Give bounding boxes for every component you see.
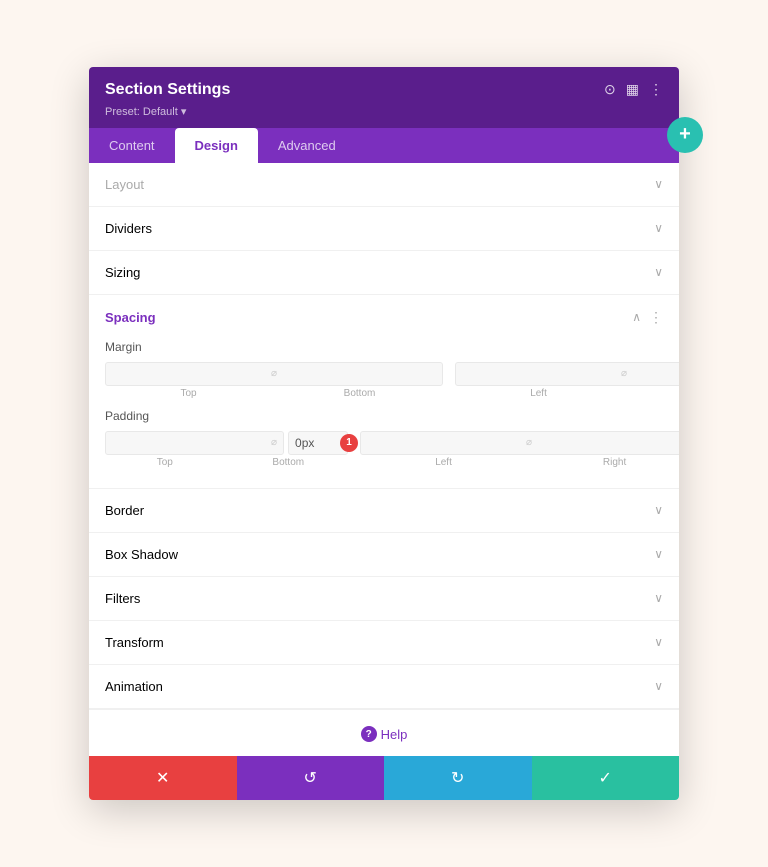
modal-wrapper: + Section Settings ⊙ ▦ ⋮ Preset: Default… bbox=[89, 67, 679, 801]
padding-left-label: Left bbox=[360, 457, 527, 468]
save-icon: ✓ bbox=[599, 768, 612, 788]
help-label: Help bbox=[381, 727, 408, 742]
margin-left-label: Left bbox=[455, 388, 622, 399]
section-layout[interactable]: Layout ∨ bbox=[89, 163, 679, 207]
padding-label: Padding bbox=[105, 409, 663, 423]
chevron-down-icon: ∨ bbox=[654, 503, 663, 517]
section-box-shadow[interactable]: Box Shadow ∨ bbox=[89, 533, 679, 577]
preset-label[interactable]: Preset: Default ▾ bbox=[105, 105, 663, 118]
margin-tb-labels: Top Bottom bbox=[105, 388, 443, 399]
padding-left-input[interactable] bbox=[367, 436, 522, 450]
section-animation[interactable]: Animation ∨ bbox=[89, 665, 679, 709]
section-transform[interactable]: Transform ∨ bbox=[89, 621, 679, 665]
padding-right-input[interactable] bbox=[536, 436, 679, 450]
padding-tb-labels: Top Bottom bbox=[105, 457, 348, 468]
padding-top-input[interactable] bbox=[112, 436, 267, 450]
padding-inputs: ⌀ 1 Top Bottom bbox=[105, 431, 663, 468]
chevron-down-icon: ∨ bbox=[654, 221, 663, 235]
cancel-button[interactable]: ✕ bbox=[89, 756, 237, 800]
modal: Section Settings ⊙ ▦ ⋮ Preset: Default ▾… bbox=[89, 67, 679, 801]
section-border-label: Border bbox=[105, 503, 144, 518]
link-icon[interactable]: ⌀ bbox=[526, 437, 532, 448]
modal-title: Section Settings bbox=[105, 81, 230, 99]
modal-footer: ? Help bbox=[89, 709, 679, 757]
title-row: Section Settings ⊙ ▦ ⋮ bbox=[105, 81, 663, 99]
margin-bottom-input[interactable] bbox=[281, 367, 436, 381]
padding-top-bottom-group: ⌀ 1 Top Bottom bbox=[105, 431, 348, 468]
reset-icon: ↺ bbox=[304, 768, 317, 788]
save-button[interactable]: ✓ bbox=[532, 756, 680, 800]
target-icon[interactable]: ⊙ bbox=[604, 81, 616, 98]
section-animation-label: Animation bbox=[105, 679, 163, 694]
margin-label: Margin bbox=[105, 340, 663, 354]
question-icon: ? bbox=[361, 726, 377, 742]
columns-icon[interactable]: ▦ bbox=[626, 81, 639, 98]
chevron-down-icon: ∨ bbox=[654, 591, 663, 605]
margin-top-label: Top bbox=[105, 388, 272, 399]
spacing-section-icons: ∧ ⋮ bbox=[632, 309, 663, 326]
padding-lr-labels: Left Right bbox=[360, 457, 679, 468]
modal-body: Layout ∨ Dividers ∨ Sizing ∨ Spacing ∧ ⋮ bbox=[89, 163, 679, 757]
section-dividers[interactable]: Dividers ∨ bbox=[89, 207, 679, 251]
section-filters[interactable]: Filters ∨ bbox=[89, 577, 679, 621]
padding-right-label: Right bbox=[531, 457, 679, 468]
margin-left-input[interactable] bbox=[462, 367, 617, 381]
padding-top-label: Top bbox=[105, 457, 225, 468]
padding-left-right-pair: ⌀ bbox=[360, 431, 679, 455]
margin-left-right-group: ⌀ Left Right bbox=[455, 362, 679, 399]
section-transform-label: Transform bbox=[105, 635, 164, 650]
margin-top-bottom-pair: ⌀ bbox=[105, 362, 443, 386]
section-filters-label: Filters bbox=[105, 591, 140, 606]
action-bar: ✕ ↺ ↻ ✓ bbox=[89, 756, 679, 800]
section-dividers-label: Dividers bbox=[105, 221, 152, 236]
margin-right-label: Right bbox=[626, 388, 679, 399]
section-spacing-label: Spacing bbox=[105, 310, 156, 325]
help-link[interactable]: ? Help bbox=[361, 726, 408, 742]
link-icon[interactable]: ⌀ bbox=[621, 368, 627, 379]
padding-bottom-label: Bottom bbox=[229, 457, 349, 468]
floating-action-button[interactable]: + bbox=[667, 117, 703, 153]
chevron-down-icon: ∨ bbox=[654, 547, 663, 561]
margin-right-input[interactable] bbox=[631, 367, 679, 381]
chevron-down-icon: ∨ bbox=[654, 635, 663, 649]
notification-badge: 1 bbox=[340, 434, 358, 452]
tab-content[interactable]: Content bbox=[89, 128, 175, 163]
dots-icon[interactable]: ⋮ bbox=[649, 309, 663, 326]
tab-bar: Content Design Advanced bbox=[89, 128, 679, 163]
margin-top-input[interactable] bbox=[112, 367, 267, 381]
header-icons: ⊙ ▦ ⋮ bbox=[604, 81, 663, 98]
chevron-down-icon: ∨ bbox=[654, 679, 663, 693]
link-icon[interactable]: ⌀ bbox=[271, 368, 277, 379]
spacing-content: Margin ⌀ Top Bottom bbox=[89, 340, 679, 489]
padding-top-pair: ⌀ bbox=[105, 431, 284, 455]
cancel-icon: ✕ bbox=[156, 768, 169, 788]
margin-left-right-pair: ⌀ bbox=[455, 362, 679, 386]
redo-icon: ↻ bbox=[451, 768, 464, 788]
section-border[interactable]: Border ∨ bbox=[89, 489, 679, 533]
section-sizing-label: Sizing bbox=[105, 265, 140, 280]
section-sizing[interactable]: Sizing ∨ bbox=[89, 251, 679, 295]
padding-bottom-input[interactable] bbox=[288, 431, 348, 455]
tab-design[interactable]: Design bbox=[175, 128, 258, 163]
section-box-shadow-label: Box Shadow bbox=[105, 547, 178, 562]
section-layout-label: Layout bbox=[105, 177, 144, 192]
reset-button[interactable]: ↺ bbox=[237, 756, 385, 800]
more-icon[interactable]: ⋮ bbox=[649, 81, 663, 98]
chevron-down-icon: ∨ bbox=[654, 177, 663, 191]
chevron-down-icon: ∨ bbox=[654, 265, 663, 279]
section-spacing[interactable]: Spacing ∧ ⋮ bbox=[89, 295, 679, 340]
chevron-up-icon: ∧ bbox=[632, 310, 641, 324]
redo-button[interactable]: ↻ bbox=[384, 756, 532, 800]
margin-lr-labels: Left Right bbox=[455, 388, 679, 399]
modal-header: Section Settings ⊙ ▦ ⋮ Preset: Default ▾ bbox=[89, 67, 679, 128]
margin-inputs: ⌀ Top Bottom ⌀ bbox=[105, 362, 663, 399]
padding-left-right-group: ⌀ Left Right bbox=[360, 431, 679, 468]
margin-top-bottom-group: ⌀ Top Bottom bbox=[105, 362, 443, 399]
margin-bottom-label: Bottom bbox=[276, 388, 443, 399]
link-icon[interactable]: ⌀ bbox=[271, 437, 277, 448]
padding-bottom-wrapper: 1 bbox=[288, 431, 348, 455]
tab-advanced[interactable]: Advanced bbox=[258, 128, 356, 163]
